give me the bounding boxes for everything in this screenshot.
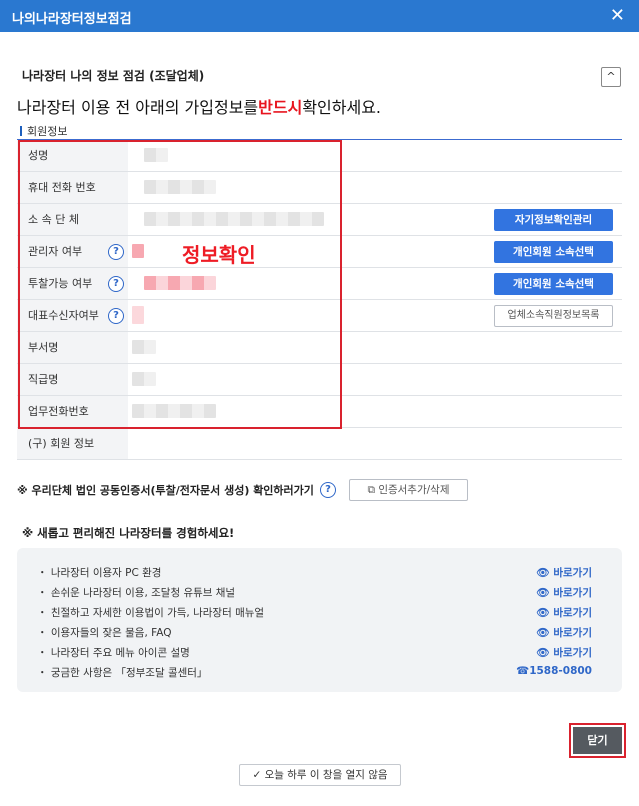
- help-icon[interactable]: ?: [320, 482, 336, 498]
- check-icon: ✓: [252, 769, 265, 781]
- close-button[interactable]: 닫기: [569, 723, 626, 758]
- shortcut-link[interactable]: 👁 바로가기: [536, 645, 592, 660]
- headline-emphasis: 반드시: [258, 98, 303, 117]
- shortcut-link[interactable]: 👁 바로가기: [536, 625, 592, 640]
- annotation-label: 정보확인: [182, 243, 256, 267]
- shortcut-link[interactable]: 👁 바로가기: [536, 605, 592, 620]
- highlight-box: [18, 140, 342, 429]
- promo-item: ・ 나라장터 주요 메뉴 아이콘 설명: [37, 647, 190, 659]
- certificate-manage-button[interactable]: ⧉ 인증서추가/삭제: [349, 479, 468, 501]
- select-affiliation-button[interactable]: 개인회원 소속선택: [494, 273, 613, 295]
- certificate-link-text: ※ 우리단체 법인 공동인증서(투찰/전자문서 생성) 확인하러가기: [17, 484, 314, 497]
- promo-item: ・ 친절하고 자세한 이용법이 가득, 나라장터 매뉴얼: [37, 607, 265, 619]
- shortcut-link[interactable]: 👁 바로가기: [536, 565, 592, 580]
- promo-item: ・ 나라장터 이용자 PC 환경: [37, 567, 162, 579]
- promo-item: ・ 궁금한 사항은 「정부조달 콜센터」: [37, 667, 208, 679]
- member-info-label: 회원정보: [20, 123, 67, 139]
- eye-icon: 👁: [536, 627, 554, 639]
- phone-icon: ☎: [516, 665, 530, 677]
- close-button-label: 닫기: [573, 727, 622, 754]
- close-icon[interactable]: ✕: [610, 6, 625, 26]
- select-affiliation-button[interactable]: 개인회원 소속선택: [494, 241, 613, 263]
- self-info-manage-button[interactable]: 자기정보확인관리: [494, 209, 613, 231]
- shortcut-link[interactable]: 👁 바로가기: [536, 585, 592, 600]
- section-title: 나라장터 나의 정보 점검 (조달업체): [22, 69, 205, 83]
- external-link-icon: ⧉: [367, 484, 379, 496]
- eye-icon: 👁: [536, 567, 554, 579]
- promo-title: ※ 새롭고 편리해진 나라장터를 경험하세요!: [22, 526, 235, 540]
- headline: 나라장터 이용 전 아래의 가입정보를반드시확인하세요.: [17, 98, 382, 117]
- call-center-link[interactable]: ☎1588-0800: [516, 665, 592, 677]
- company-staff-list-button[interactable]: 업체소속직원정보목록: [494, 305, 613, 327]
- promo-box: ・ 나라장터 이용자 PC 환경 👁 바로가기 ・ 손쉬운 나라장터 이용, 조…: [17, 548, 622, 692]
- section-marker-icon: [20, 126, 22, 136]
- promo-item: ・ 이용자들의 잦은 물음, FAQ: [37, 627, 172, 639]
- eye-icon: 👁: [536, 647, 554, 659]
- eye-icon: 👁: [536, 607, 554, 619]
- promo-item: ・ 손쉬운 나라장터 이용, 조달청 유튜브 채널: [37, 587, 236, 599]
- window-titlebar: 나의나라장터정보점검 ✕: [0, 0, 639, 32]
- dont-show-today-button[interactable]: ✓ 오늘 하루 이 창을 열지 않음: [239, 764, 401, 786]
- window-title: 나의나라장터정보점검: [12, 12, 132, 27]
- collapse-button[interactable]: ^: [601, 67, 621, 87]
- row-old-member-info: (구) 회원 정보: [17, 428, 622, 460]
- row-label: (구) 회원 정보: [17, 428, 128, 459]
- eye-icon: 👁: [536, 587, 554, 599]
